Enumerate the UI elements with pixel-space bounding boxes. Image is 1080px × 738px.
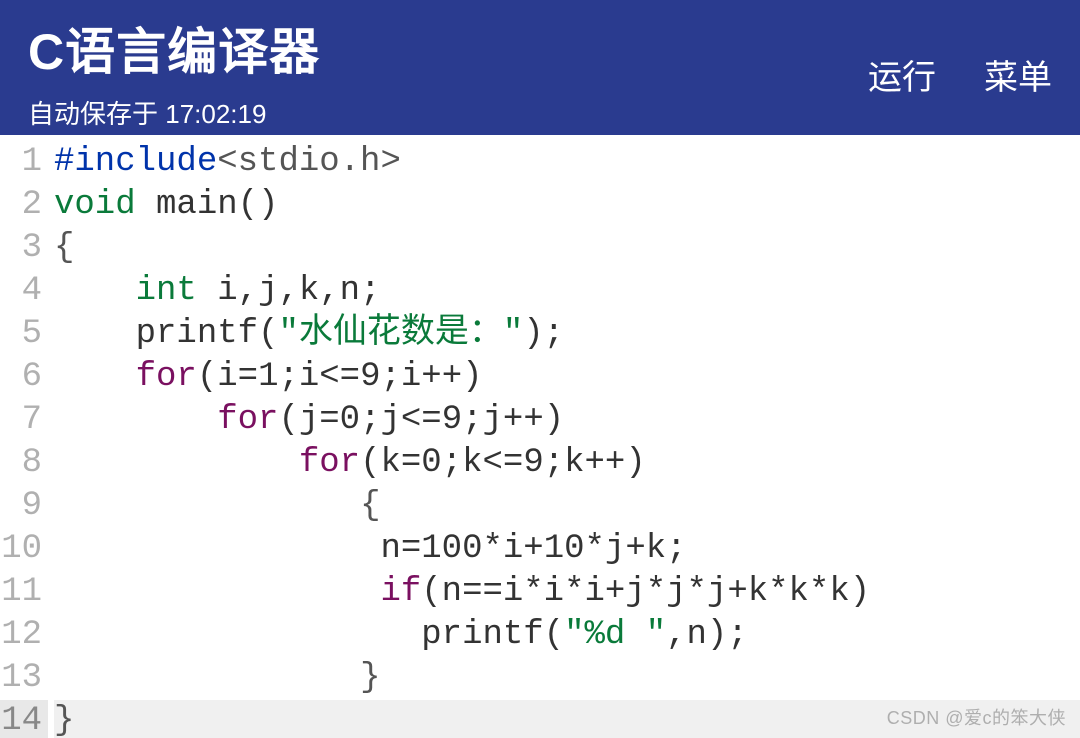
- code-line[interactable]: printf("%d ",n);: [54, 614, 1080, 657]
- run-button[interactable]: 运行: [868, 50, 936, 99]
- autosave-status: 自动保存于 17:02:19: [28, 94, 320, 131]
- code-line[interactable]: {: [54, 485, 1080, 528]
- code-line[interactable]: void main(): [54, 184, 1080, 227]
- code-pane[interactable]: #include<stdio.h>void main(){ int i,j,k,…: [48, 135, 1080, 738]
- code-line[interactable]: for(i=1;i<=9;i++): [54, 356, 1080, 399]
- watermark: CSDN @爱c的笨大侠: [887, 704, 1066, 730]
- code-line[interactable]: printf("水仙花数是：");: [54, 313, 1080, 356]
- line-number: 14: [0, 700, 48, 738]
- line-number: 1: [0, 141, 48, 184]
- code-line[interactable]: for(j=0;j<=9;j++): [54, 399, 1080, 442]
- line-number: 3: [0, 227, 48, 270]
- autosave-time: 17:02:19: [165, 99, 266, 129]
- app-title: C语言编译器: [28, 12, 320, 84]
- line-number: 2: [0, 184, 48, 227]
- app-header: C语言编译器 自动保存于 17:02:19 运行 菜单: [0, 0, 1080, 135]
- header-actions: 运行 菜单: [868, 50, 1052, 99]
- code-line[interactable]: for(k=0;k<=9;k++): [54, 442, 1080, 485]
- code-line[interactable]: n=100*i+10*j+k;: [54, 528, 1080, 571]
- line-number: 11: [0, 571, 48, 614]
- header-left: C语言编译器 自动保存于 17:02:19: [28, 12, 320, 131]
- line-number: 13: [0, 657, 48, 700]
- code-line[interactable]: if(n==i*i*i+j*j*j+k*k*k): [54, 571, 1080, 614]
- line-number: 12: [0, 614, 48, 657]
- line-number: 9: [0, 485, 48, 528]
- line-number: 8: [0, 442, 48, 485]
- code-line[interactable]: }: [54, 657, 1080, 700]
- line-number-gutter: 1234567891011121314: [0, 135, 48, 738]
- autosave-prefix: 自动保存于: [28, 99, 165, 129]
- line-number: 5: [0, 313, 48, 356]
- line-number: 4: [0, 270, 48, 313]
- code-line[interactable]: int i,j,k,n;: [54, 270, 1080, 313]
- line-number: 6: [0, 356, 48, 399]
- code-line[interactable]: {: [54, 227, 1080, 270]
- menu-button[interactable]: 菜单: [984, 50, 1052, 99]
- line-number: 10: [0, 528, 48, 571]
- code-line[interactable]: #include<stdio.h>: [54, 141, 1080, 184]
- code-editor[interactable]: 1234567891011121314 #include<stdio.h>voi…: [0, 135, 1080, 738]
- line-number: 7: [0, 399, 48, 442]
